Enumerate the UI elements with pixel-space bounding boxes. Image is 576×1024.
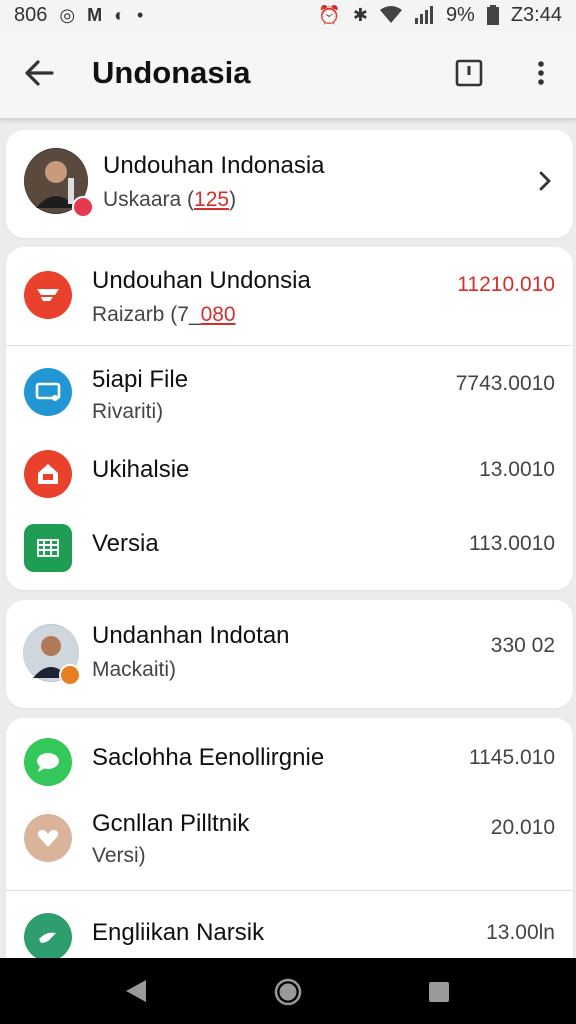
item-value: 11210.010 <box>457 273 555 296</box>
item-title: Engliikan Narsik <box>92 919 265 946</box>
back-arrow-icon[interactable] <box>22 56 56 90</box>
item-sub-prefix: Raizarb (7_ <box>92 303 201 326</box>
list-item[interactable]: Versia 113.0010 <box>6 514 573 590</box>
list-item[interactable]: Ukihalsie 13.0010 <box>6 438 573 514</box>
avatar <box>24 148 94 218</box>
item-title: Saclohha Eenollirgnie <box>92 744 325 771</box>
alarm-icon: ⏰ <box>318 5 341 25</box>
chat-icon <box>24 738 72 786</box>
item-title: Undanhan Indotan <box>92 622 290 649</box>
system-nav-bar <box>0 958 576 1024</box>
person-avatar-icon <box>23 624 81 686</box>
item-subtitle: Versi) <box>92 844 146 867</box>
status-time: Z3:44 <box>510 3 562 26</box>
chevron-right-icon <box>539 171 551 191</box>
item-value: 1145.010 <box>468 746 555 769</box>
list-card-1: Undouhan Undonsia Raizarb (7_080 11210.0… <box>6 247 573 590</box>
nav-back-icon[interactable] <box>124 978 148 1004</box>
avatar-badge-icon <box>72 196 94 218</box>
sheet-icon <box>24 524 72 572</box>
item-title: 5iapi File <box>92 366 189 393</box>
avatar-badge-icon <box>59 664 81 686</box>
item-subtitle: Mackaiti) <box>92 658 177 681</box>
battery-percent: 9% <box>445 3 475 26</box>
status-icon-2: M <box>87 5 103 25</box>
item-title: Gcnllan Pilltnik <box>92 810 250 837</box>
item-value: 13.0010 <box>479 458 555 481</box>
item-title: Versia <box>92 530 159 557</box>
list-item[interactable]: Saclohha Eenollirgnie 1145.010 <box>6 718 573 800</box>
profile-sub-prefix: Uskaara ( <box>103 188 195 211</box>
bluetooth-icon: ✱ <box>352 5 368 25</box>
battery-icon <box>486 5 499 25</box>
wifi-icon <box>379 6 402 23</box>
item-value: 113.0010 <box>468 532 555 555</box>
profile-sub-suffix: ) <box>229 188 237 211</box>
item-value: 20.010 <box>490 816 555 839</box>
nav-home-icon[interactable] <box>274 978 302 1006</box>
heart-icon <box>24 814 72 862</box>
list-card-3: Saclohha Eenollirgnie 1145.010 Gcnllan P… <box>6 718 573 978</box>
status-icon-3: ◐ <box>114 5 125 25</box>
red-logo-icon <box>24 271 72 319</box>
item-value: 330 02 <box>490 634 555 657</box>
flag-icon[interactable] <box>454 58 484 88</box>
item-title: Undouhan Undonsia <box>92 267 311 294</box>
item-value: 13.00ln <box>486 921 555 944</box>
more-vert-icon[interactable] <box>526 58 556 88</box>
app-bar: Undonasia <box>0 30 576 118</box>
status-carrier: 806 <box>14 3 48 26</box>
profile-card[interactable]: Undouhan Indonasia Uskaara (125) <box>6 130 573 238</box>
screen-icon <box>24 368 72 416</box>
bird-icon <box>24 913 72 961</box>
list-item[interactable]: 5iapi File Rivariti) 7743.0010 <box>6 346 573 438</box>
list-item[interactable]: Undouhan Undonsia Raizarb (7_080 11210.0… <box>6 247 573 345</box>
nav-recents-icon[interactable] <box>428 981 450 1003</box>
profile-subtitle: Uskaara (125) <box>103 188 236 212</box>
home-icon <box>24 450 72 498</box>
item-sub-highlight: 080 <box>200 303 236 326</box>
item-value: 7743.0010 <box>455 372 555 395</box>
item-subtitle: Rivariti) <box>92 400 164 423</box>
item-title: Ukihalsie <box>92 456 190 483</box>
signal-icon <box>414 6 433 24</box>
item-subtitle: Raizarb (7_080 <box>92 303 236 327</box>
list-item[interactable]: Gcnllan Pilltnik Versi) 20.010 <box>6 800 573 890</box>
profile-sub-highlight: 125 <box>194 188 230 211</box>
profile-name: Undouhan Indonasia <box>103 152 325 179</box>
status-icon-1: ◎ <box>59 5 76 25</box>
status-bar: 806 ◎ M ◐ • ⏰ ✱ 9% Z3:44 <box>0 0 576 30</box>
list-card-2[interactable]: Undanhan Indotan Mackaiti) 330 02 <box>6 600 573 708</box>
page-title: Undonasia <box>92 55 251 90</box>
status-icon-4: • <box>136 5 144 25</box>
